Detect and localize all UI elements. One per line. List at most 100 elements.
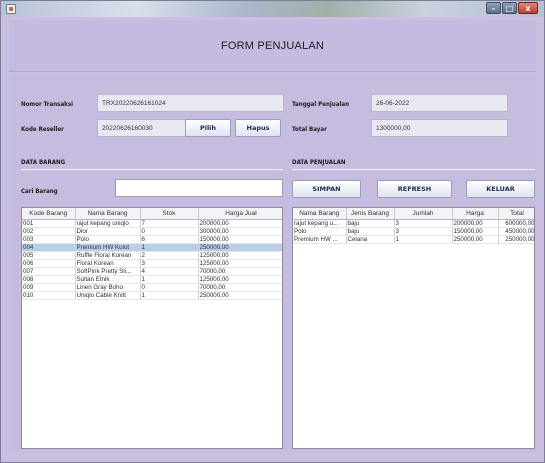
nomor-transaksi-field[interactable]: TRX20220626161024 xyxy=(97,94,284,112)
table-cell: 002 xyxy=(22,227,76,236)
tanggal-penjualan-label: Tanggal Penjualan xyxy=(292,100,350,108)
data-barang-header-row: Kode Barang Nama Barang Stok Harga Jual xyxy=(22,208,282,220)
column-header[interactable]: Jumlah xyxy=(394,208,453,220)
total-bayar-label: Total Bayar xyxy=(292,125,327,133)
simpan-button[interactable]: SIMPAN xyxy=(292,180,361,198)
table-cell: 006 xyxy=(22,259,76,268)
table-cell: 1 xyxy=(394,235,453,244)
maximize-icon[interactable]: □ xyxy=(502,2,517,14)
table-cell: Polo xyxy=(75,235,141,244)
column-header[interactable]: Kode Barang xyxy=(22,208,76,220)
pilih-button[interactable]: Pilih xyxy=(185,119,231,137)
table-row[interactable]: Premium HW ... Celana 1 250000,00 250000,00 xyxy=(293,235,534,244)
column-header[interactable]: Stok xyxy=(140,208,199,220)
table-cell: 450000,00 xyxy=(498,227,534,236)
table-row[interactable]: rajut kepang u... baju 3 200000,00 600000,00 xyxy=(293,219,534,228)
table-cell: 125000,00 xyxy=(198,275,282,284)
table-cell: 0 xyxy=(140,283,199,292)
data-barang-rows: 001 rajut kepang uniqlo 7 200000,00 002 Dior 0… xyxy=(22,219,282,300)
table-row[interactable]: 001 rajut kepang uniqlo 7 200000,00 xyxy=(22,219,282,228)
table-cell: 1 xyxy=(140,275,199,284)
data-penjualan-table[interactable]: Nama Barang Jenis Barang Jumlah Harga To… xyxy=(292,207,535,449)
table-cell: Uniqlo Cable Knitt xyxy=(75,291,141,300)
column-header[interactable]: Nama Barang xyxy=(293,208,347,220)
table-cell: 125000,00 xyxy=(198,251,282,260)
table-cell: 125000,00 xyxy=(198,259,282,268)
table-cell: 7 xyxy=(140,219,199,228)
table-cell: 010 xyxy=(22,291,76,300)
hapus-button[interactable]: Hapus xyxy=(235,119,281,137)
table-cell: 007 xyxy=(22,267,76,276)
cari-barang-label: Cari Barang xyxy=(21,187,58,195)
table-cell: 1 xyxy=(140,243,199,252)
table-cell: baju xyxy=(346,219,395,228)
data-barang-title: DATA BARANG xyxy=(21,158,66,166)
table-cell: 6 xyxy=(140,235,199,244)
table-cell: 3 xyxy=(394,219,453,228)
window-controls: – □ x xyxy=(485,2,538,14)
refresh-button[interactable]: REFRESH xyxy=(377,180,452,198)
cari-barang-input[interactable] xyxy=(115,179,283,197)
column-header[interactable]: Harga Jual xyxy=(198,208,282,220)
table-cell: Linen Gray Boho xyxy=(75,283,141,292)
table-row[interactable]: 004 Premium HW Kulot 1 250000,00 xyxy=(22,243,282,252)
table-row[interactable]: 003 Polo 6 150000,00 xyxy=(22,235,282,244)
title-bar[interactable]: – □ x xyxy=(1,1,544,17)
table-cell: rajut kepang uniqlo xyxy=(75,219,141,228)
main-panel: Nomor Transaksi TRX20220626161024 Kode R… xyxy=(9,73,536,453)
app-window: – □ x FORM PENJUALAN Nomor Transaksi TRX… xyxy=(0,0,545,463)
table-cell: 250000,00 xyxy=(452,235,499,244)
table-row[interactable]: 002 Dior 0 300000,00 xyxy=(22,227,282,236)
column-header[interactable]: Harga xyxy=(452,208,499,220)
table-cell: rajut kepang u... xyxy=(293,219,347,228)
close-icon[interactable]: x xyxy=(518,2,538,14)
data-penjualan-divider xyxy=(292,169,535,170)
table-cell: Polo xyxy=(293,227,347,236)
table-cell: Sultan Etnik xyxy=(75,275,141,284)
table-cell: Ruffle Floral Korean xyxy=(75,251,141,260)
table-cell: 008 xyxy=(22,275,76,284)
data-barang-divider xyxy=(21,169,283,170)
table-cell: 600000,00 xyxy=(498,219,534,228)
table-cell: 150000,00 xyxy=(198,235,282,244)
data-barang-table[interactable]: Kode Barang Nama Barang Stok Harga Jual … xyxy=(21,207,283,449)
page-title: FORM PENJUALAN xyxy=(220,40,325,52)
table-cell: 200000,00 xyxy=(452,219,499,228)
table-row[interactable]: Polo baju 3 150000,00 450000,00 xyxy=(293,227,534,236)
table-cell: 70000,00 xyxy=(198,283,282,292)
table-row[interactable]: 007 SoftPink Pretty Sli... 4 70000,00 xyxy=(22,267,282,276)
table-cell: 300000,00 xyxy=(198,227,282,236)
table-cell: 150000,00 xyxy=(452,227,499,236)
column-header[interactable]: Jenis Barang xyxy=(346,208,395,220)
table-cell: 0 xyxy=(140,227,199,236)
table-cell: Premium HW Kulot xyxy=(75,243,141,252)
table-row[interactable]: 010 Uniqlo Cable Knitt 1 250000,00 xyxy=(22,291,282,300)
table-cell: 3 xyxy=(394,227,453,236)
table-cell: 4 xyxy=(140,267,199,276)
table-row[interactable]: 008 Sultan Etnik 1 125000,00 xyxy=(22,275,282,284)
data-penjualan-title: DATA PENJUALAN xyxy=(292,158,346,166)
total-bayar-field[interactable]: 1300000,00 xyxy=(371,119,508,137)
table-cell: Celana xyxy=(346,235,395,244)
table-cell: 001 xyxy=(22,219,76,228)
table-cell: 250000,00 xyxy=(198,291,282,300)
kode-reseller-field[interactable]: 20220626160030 xyxy=(97,119,191,137)
table-cell: Dior xyxy=(75,227,141,236)
kode-reseller-label: Kode Reseller xyxy=(21,125,64,133)
tanggal-penjualan-field[interactable]: 26-06-2022 xyxy=(371,94,508,112)
table-row[interactable]: 009 Linen Gray Boho 0 70000,00 xyxy=(22,283,282,292)
table-cell: 004 xyxy=(22,243,76,252)
column-header[interactable]: Nama Barang xyxy=(75,208,141,220)
table-cell: Premium HW ... xyxy=(293,235,347,244)
table-row[interactable]: 006 Floral Korean 3 125000,00 xyxy=(22,259,282,268)
table-row[interactable]: 005 Ruffle Floral Korean 2 125000,00 xyxy=(22,251,282,260)
minimize-icon[interactable]: – xyxy=(486,2,501,14)
java-app-icon xyxy=(6,4,16,14)
table-cell: 005 xyxy=(22,251,76,260)
keluar-button[interactable]: KELUAR xyxy=(466,180,535,198)
table-cell: 250000,00 xyxy=(198,243,282,252)
nomor-transaksi-label: Nomor Transaksi xyxy=(21,100,74,108)
column-header[interactable]: Total xyxy=(498,208,534,220)
table-cell: Floral Korean xyxy=(75,259,141,268)
table-cell: 009 xyxy=(22,283,76,292)
